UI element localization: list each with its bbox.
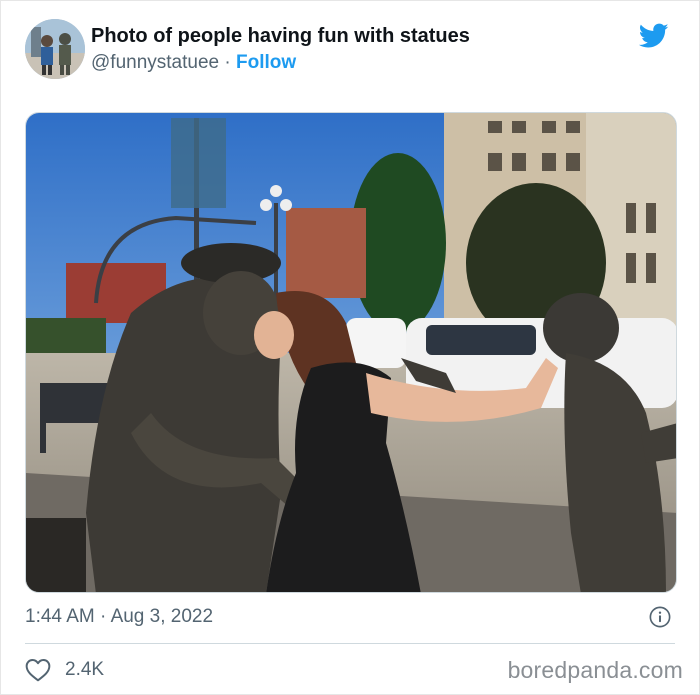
tweet-card: Photo of people having fun with statues … [0, 0, 700, 695]
source-watermark: boredpanda.com [507, 657, 683, 683]
timestamp-separator: · [94, 606, 111, 627]
statue-kiss-photo [26, 113, 676, 592]
tweet-time: 1:44 AM [25, 606, 95, 627]
avatar-image [25, 19, 85, 79]
tweet-timestamp[interactable]: 1:44 AM · Aug 3, 2022 [25, 605, 213, 629]
tweet-header: Photo of people having fun with statues … [25, 19, 677, 83]
follow-button[interactable]: Follow [236, 52, 296, 73]
user-info: Photo of people having fun with statues … [91, 24, 470, 75]
handle-separator: · [219, 52, 236, 73]
user-handle[interactable]: @funnystatuee [91, 52, 219, 73]
tweet-date: Aug 3, 2022 [110, 606, 214, 627]
like-action[interactable]: 2.4K [25, 657, 104, 683]
twitter-bird-icon[interactable] [639, 23, 669, 49]
divider [25, 643, 675, 644]
display-name[interactable]: Photo of people having fun with statues [91, 24, 470, 48]
handle-row: @funnystatuee · Follow [91, 51, 470, 75]
heart-icon[interactable] [25, 658, 51, 682]
tweet-photo[interactable] [25, 112, 677, 593]
avatar[interactable] [25, 19, 85, 79]
like-count: 2.4K [65, 659, 105, 680]
info-icon[interactable] [649, 606, 671, 628]
